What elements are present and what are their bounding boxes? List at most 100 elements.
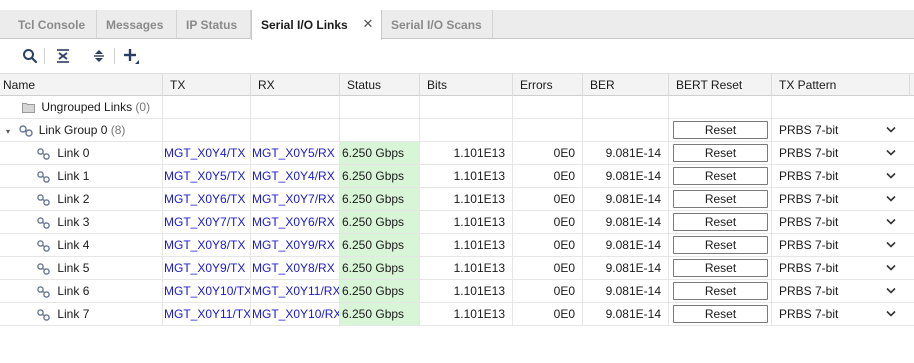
tx-cell[interactable]: MGT_X0Y4/TX [163,142,251,164]
tab-messages[interactable]: Messages [97,10,177,39]
errors-cell: 0E0 [513,211,583,233]
table-row-link-6[interactable]: Link 6 MGT_X0Y10/TX MGT_X0Y11/RX 6.250 G… [0,280,914,303]
search-button[interactable] [20,46,40,66]
tx-cell[interactable]: MGT_X0Y5/TX [163,165,251,187]
link-name: Link 1 [57,169,90,183]
tx-pattern-dropdown[interactable]: PRBS 7-bit [772,211,910,233]
tab-label: Serial I/O Scans [391,17,482,32]
tx-pattern-dropdown[interactable]: PRBS 7-bit [772,119,910,141]
search-icon [23,49,38,64]
bert-reset-cell: Reset [669,165,772,187]
link-group-label: Link Group 0 [38,123,108,137]
bert-reset-button[interactable]: Reset [673,167,768,185]
link-group-count: (8) [110,123,126,137]
table-row-link-1[interactable]: Link 1 MGT_X0Y5/TX MGT_X0Y4/RX 6.250 Gbp… [0,165,914,188]
collapse-all-button[interactable] [53,46,73,66]
bert-reset-button[interactable]: Reset [673,144,768,162]
tx-cell[interactable]: MGT_X0Y8/TX [163,234,251,256]
table-row-link-3[interactable]: Link 3 MGT_X0Y7/TX MGT_X0Y6/RX 6.250 Gbp… [0,211,914,234]
cell-divider [583,96,669,118]
status-cell: 6.250 Gbps [340,234,420,256]
table-row-link-5[interactable]: Link 5 MGT_X0Y9/TX MGT_X0Y8/RX 6.250 Gbp… [0,257,914,280]
chevron-down-icon [886,310,896,317]
status-cell: 6.250 Gbps [340,211,420,233]
rx-cell[interactable]: MGT_X0Y4/RX [251,165,340,187]
column-header-tx[interactable]: TX [163,74,251,96]
bert-reset-button[interactable]: Reset [673,190,768,208]
column-header-ber[interactable]: BER [583,74,669,96]
chevron-down-icon [886,126,896,133]
tab-label: IP Status [186,17,238,32]
table-header: Name TX RX Status Bits Errors BER BERT R… [0,73,914,96]
tx-cell[interactable]: MGT_X0Y7/TX [163,211,251,233]
ber-cell: 9.081E-14 [583,211,669,233]
errors-cell: 0E0 [513,280,583,302]
tx-cell[interactable]: MGT_X0Y11/TX [163,303,251,325]
bert-reset-button[interactable]: Reset [673,305,768,323]
rx-cell[interactable]: MGT_X0Y8/RX [251,257,340,279]
tx-cell[interactable]: MGT_X0Y9/TX [163,257,251,279]
tab-tcl-console[interactable]: Tcl Console [9,10,97,39]
column-header-name[interactable]: Name [0,74,163,96]
tx-pattern-dropdown[interactable]: PRBS 7-bit [772,280,910,302]
bert-reset-button[interactable]: Reset [673,282,768,300]
table-row-link-2[interactable]: Link 2 MGT_X0Y6/TX MGT_X0Y7/RX 6.250 Gbp… [0,188,914,211]
tx-pattern-dropdown[interactable]: PRBS 7-bit [772,303,910,325]
bert-reset-button[interactable]: Reset [673,259,768,277]
table-row-link-0[interactable]: Link 0 MGT_X0Y4/TX MGT_X0Y5/RX 6.250 Gbp… [0,142,914,165]
rx-cell[interactable]: MGT_X0Y10/RX [251,303,340,325]
rx-cell[interactable]: MGT_X0Y5/RX [251,142,340,164]
add-link-button[interactable] [121,46,141,66]
column-header-errors[interactable]: Errors [513,74,583,96]
tree-row-link-group[interactable]: ▾ Link Group 0 (8) Reset PRBS 7-bit [0,119,914,142]
tab-serial-io-links[interactable]: Serial I/O Links ✕ [251,10,382,40]
errors-cell: 0E0 [513,142,583,164]
tx-pattern-value: PRBS 7-bit [779,215,839,229]
bert-reset-cell: Reset [669,188,772,210]
cell-divider [513,119,583,141]
tx-pattern-dropdown[interactable]: PRBS 7-bit [772,188,910,210]
tx-cell[interactable]: MGT_X0Y10/TX [163,280,251,302]
link-name: Link 6 [57,284,90,298]
table-row-link-7[interactable]: Link 7 MGT_X0Y11/TX MGT_X0Y10/RX 6.250 G… [0,303,914,326]
rx-cell[interactable]: MGT_X0Y6/RX [251,211,340,233]
table-row-link-4[interactable]: Link 4 MGT_X0Y8/TX MGT_X0Y9/RX 6.250 Gbp… [0,234,914,257]
tx-pattern-dropdown[interactable]: PRBS 7-bit [772,257,910,279]
column-header-status[interactable]: Status [340,74,420,96]
tree-row-ungrouped[interactable]: Ungrouped Links (0) [0,96,914,119]
tab-serial-io-scans[interactable]: Serial I/O Scans [382,10,493,39]
tx-pattern-dropdown[interactable]: PRBS 7-bit [772,234,910,256]
ber-cell: 9.081E-14 [583,303,669,325]
bert-reset-button[interactable]: Reset [673,213,768,231]
tx-pattern-dropdown[interactable]: PRBS 7-bit [772,142,910,164]
rx-cell[interactable]: MGT_X0Y9/RX [251,234,340,256]
chevron-down-icon [886,218,896,225]
tx-pattern-dropdown[interactable]: PRBS 7-bit [772,165,910,187]
bert-reset-button[interactable]: Reset [673,236,768,254]
name-cell: Link 3 [0,211,163,233]
bert-reset-cell: Reset [669,211,772,233]
status-cell: 6.250 Gbps [340,165,420,187]
expand-arrow-icon[interactable]: ▾ [6,121,16,143]
column-header-bits[interactable]: Bits [420,74,513,96]
tx-pattern-value: PRBS 7-bit [779,169,839,183]
cell-divider [669,96,772,118]
tx-pattern-value: PRBS 7-bit [779,192,839,206]
bert-reset-button[interactable]: Reset [673,121,768,139]
bert-reset-cell: Reset [669,119,772,141]
column-header-bert-reset[interactable]: BERT Reset [669,74,772,96]
close-tab-icon[interactable]: ✕ [362,17,374,30]
bert-reset-cell: Reset [669,303,772,325]
column-header-tx-pattern[interactable]: TX Pattern [772,74,910,96]
cell-divider [251,96,340,118]
tx-cell[interactable]: MGT_X0Y6/TX [163,188,251,210]
cell-divider [340,119,420,141]
link-icon [37,240,50,252]
column-header-rx[interactable]: RX [251,74,340,96]
expand-all-button[interactable] [89,46,109,66]
rx-cell[interactable]: MGT_X0Y11/RX [251,280,340,302]
rx-cell[interactable]: MGT_X0Y7/RX [251,188,340,210]
link-name: Link 4 [57,238,90,252]
tab-ip-status[interactable]: IP Status [177,10,251,39]
ber-cell: 9.081E-14 [583,165,669,187]
